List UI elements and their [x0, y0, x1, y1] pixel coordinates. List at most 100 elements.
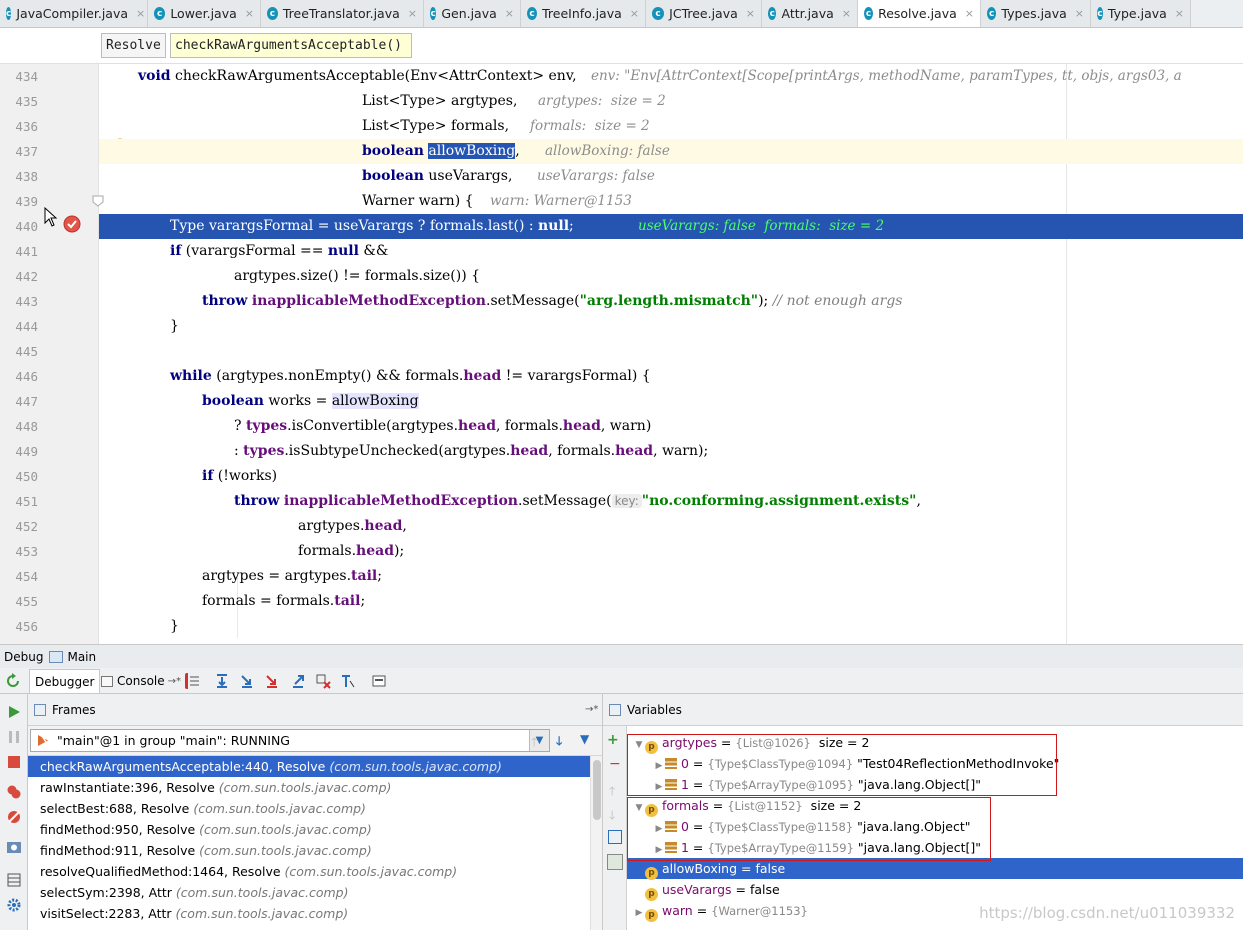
remove-watch-icon[interactable]: − — [609, 756, 621, 772]
view-breakpoints-icon[interactable] — [6, 784, 22, 800]
show-execution-point-icon[interactable] — [185, 673, 201, 689]
settings-gear-icon[interactable] — [6, 897, 22, 913]
variable-row[interactable]: p useVarargs = false — [627, 879, 1243, 901]
stop-icon[interactable] — [6, 754, 22, 770]
code-line-435[interactable]: List<Type> argtypes, argtypes: size = 2 — [99, 89, 1243, 114]
line-number[interactable]: 451 — [0, 489, 38, 514]
tab-treeinfo[interactable]: c TreeInfo.java × — [521, 0, 646, 27]
line-number[interactable]: 439 — [0, 189, 38, 214]
force-step-into-icon[interactable] — [264, 673, 280, 689]
arrow-up-icon[interactable]: 🡑 — [531, 733, 537, 754]
filter-icon[interactable]: ▼ — [580, 732, 589, 746]
code-line-437[interactable]: boolean allowBoxing, allowBoxing: false — [99, 139, 1243, 164]
line-number[interactable]: 455 — [0, 589, 38, 614]
line-number[interactable]: 434 — [0, 64, 38, 89]
line-number[interactable]: 447 — [0, 389, 38, 414]
code-line-455[interactable]: formals = formals.tail; — [99, 589, 1243, 614]
close-icon[interactable]: × — [842, 7, 851, 20]
tab-resolve[interactable]: c Resolve.java × — [858, 0, 981, 27]
frame-row[interactable]: rawInstantiate:396, Resolve (com.sun.too… — [28, 777, 590, 798]
line-number[interactable]: 448 — [0, 414, 38, 439]
arrow-down-icon[interactable]: 🡓 — [609, 806, 615, 827]
tab-gen[interactable]: c Gen.java × — [424, 0, 521, 27]
line-number[interactable]: 441 — [0, 239, 38, 264]
code-line-450[interactable]: if (!works) — [99, 464, 1243, 489]
step-into-icon[interactable] — [239, 673, 255, 689]
close-icon[interactable]: × — [1075, 7, 1084, 20]
frame-row[interactable]: selectSym:2398, Attr (com.sun.tools.java… — [28, 882, 590, 903]
line-number[interactable]: 438 — [0, 164, 38, 189]
frame-row[interactable]: resolveQualifiedMethod:1464, Resolve (co… — [28, 861, 590, 882]
resume-icon[interactable] — [6, 704, 22, 720]
code-line-436[interactable]: List<Type> formals, formals: size = 2 — [99, 114, 1243, 139]
show-watches-icon[interactable] — [607, 854, 623, 870]
code-line-444[interactable]: } — [99, 314, 1243, 339]
line-number[interactable]: 450 — [0, 464, 38, 489]
close-icon[interactable]: × — [630, 7, 639, 20]
tab-type[interactable]: c Type.java × — [1091, 0, 1191, 27]
drop-frame-icon[interactable] — [315, 673, 331, 689]
close-icon[interactable]: × — [245, 7, 254, 20]
close-icon[interactable]: × — [1175, 7, 1184, 20]
code-line-449[interactable]: : types.isSubtypeUnchecked(argtypes.head… — [99, 439, 1243, 464]
close-icon[interactable]: × — [965, 7, 974, 20]
thread-dropdown[interactable]: "main"@1 in group "main": RUNNING ▼ — [30, 729, 550, 752]
frame-row[interactable]: findMethod:911, Resolve (com.sun.tools.j… — [28, 840, 590, 861]
code-line-454[interactable]: argtypes = argtypes.tail; — [99, 564, 1243, 589]
frame-row[interactable]: findMethod:950, Resolve (com.sun.tools.j… — [28, 819, 590, 840]
pause-icon[interactable] — [6, 729, 22, 745]
get-thread-dump-icon[interactable] — [6, 839, 22, 855]
line-number[interactable]: 453 — [0, 539, 38, 564]
close-icon[interactable]: × — [746, 7, 755, 20]
breadcrumb-method[interactable]: checkRawArgumentsAcceptable() — [170, 33, 412, 58]
line-number[interactable]: 452 — [0, 514, 38, 539]
line-number[interactable]: 446 — [0, 364, 38, 389]
arrow-up-icon[interactable]: 🡑 — [609, 782, 615, 803]
code-line-443[interactable]: throw inapplicableMethodException.setMes… — [99, 289, 1243, 314]
tab-console[interactable]: Console →* — [96, 669, 186, 693]
run-config-tab[interactable]: Main — [67, 650, 96, 664]
code-line-441[interactable]: if (varargsFormal == null && — [99, 239, 1243, 264]
code-editor[interactable]: 434 435 436 437 438 439 440 441 442 443 444 445 446 4… — [0, 64, 1243, 644]
breadcrumb-class[interactable]: Resolve — [101, 33, 166, 58]
line-number[interactable]: 456 — [0, 614, 38, 639]
line-number[interactable]: 444 — [0, 314, 38, 339]
line-number[interactable]: 437 — [0, 139, 38, 164]
line-number[interactable]: 445 — [0, 339, 38, 364]
line-number[interactable]: 442 — [0, 264, 38, 289]
restore-layout-icon[interactable] — [6, 872, 22, 888]
pin-icon[interactable]: →* — [585, 704, 598, 715]
tab-jctree[interactable]: c JCTree.java × — [646, 0, 762, 27]
frame-row[interactable]: selectBest:688, Resolve (com.sun.tools.j… — [28, 798, 590, 819]
code-line-440-execution-point[interactable]: Type varargsFormal = useVarargs ? formal… — [99, 214, 1067, 239]
code-line-451[interactable]: throw inapplicableMethodException.setMes… — [99, 489, 1243, 514]
close-icon[interactable]: × — [136, 7, 145, 20]
code-line-453[interactable]: formals.head); — [99, 539, 1243, 564]
close-icon[interactable]: × — [505, 7, 514, 20]
tab-javacompiler[interactable]: c JavaCompiler.java × — [0, 0, 148, 27]
line-number[interactable]: 435 — [0, 89, 38, 114]
copy-icon[interactable] — [608, 830, 622, 844]
tab-attr[interactable]: c Attr.java × — [762, 0, 858, 27]
arrow-down-icon[interactable]: 🡓 — [556, 732, 562, 753]
breakpoint-icon[interactable] — [63, 215, 81, 233]
close-icon[interactable]: × — [408, 7, 417, 20]
mute-breakpoints-icon[interactable] — [6, 809, 22, 825]
evaluate-expression-icon[interactable] — [371, 673, 387, 689]
tab-debugger[interactable]: Debugger — [29, 669, 101, 693]
line-number[interactable]: 449 — [0, 439, 38, 464]
variable-row[interactable]: p allowBoxing = false — [627, 858, 1243, 880]
run-to-cursor-icon[interactable] — [340, 673, 356, 689]
code-line-438[interactable]: boolean useVarargs, useVarargs: false — [99, 164, 1243, 189]
code-line-448[interactable]: ? types.isConvertible(argtypes.head, for… — [99, 414, 1243, 439]
code-line-446[interactable]: while (argtypes.nonEmpty() && formals.he… — [99, 364, 1243, 389]
code-line-442[interactable]: argtypes.size() != formals.size()) { — [99, 264, 1243, 289]
step-out-icon[interactable] — [290, 673, 306, 689]
tab-treetranslator[interactable]: c TreeTranslator.java × — [261, 0, 424, 27]
collapsed-arrow-icon[interactable]: ▶ — [633, 903, 645, 924]
rerun-icon[interactable] — [5, 673, 21, 689]
line-number[interactable]: 454 — [0, 564, 38, 589]
step-over-icon[interactable] — [214, 673, 230, 689]
frames-scrollbar[interactable] — [590, 756, 602, 930]
tab-types[interactable]: c Types.java × — [981, 0, 1091, 27]
